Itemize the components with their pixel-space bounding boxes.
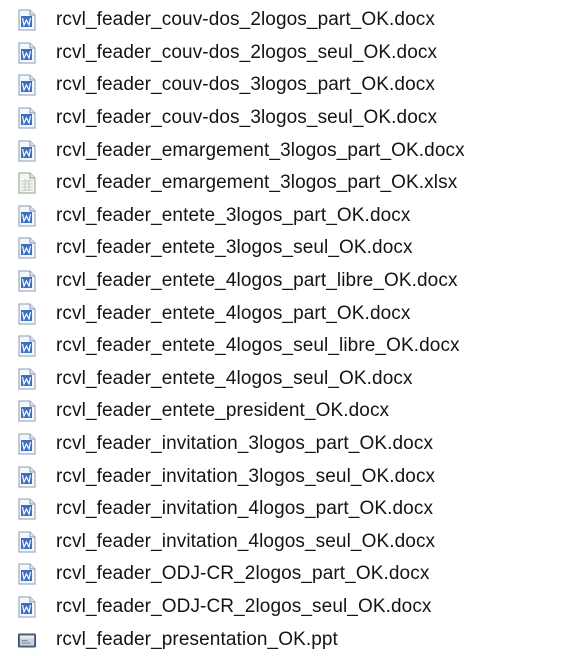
file-name: rcvl_feader_invitation_3logos_seul_OK.do…	[56, 465, 436, 487]
file-name: rcvl_feader_couv-dos_2logos_seul_OK.docx	[56, 41, 438, 63]
word-document-icon	[18, 335, 36, 357]
file-name: rcvl_feader_invitation_3logos_part_OK.do…	[56, 433, 434, 455]
word-document-icon	[18, 466, 36, 488]
file-name: rcvl_feader_emargement_3logos_part_OK.do…	[56, 139, 465, 161]
file-name: rcvl_feader_entete_4logos_part_OK.docx	[56, 302, 411, 324]
file-name: rcvl_feader_invitation_4logos_seul_OK.do…	[56, 530, 436, 552]
word-document-icon	[18, 42, 36, 64]
powerpoint-presentation-icon	[18, 629, 36, 651]
word-document-icon	[18, 531, 36, 553]
file-name: rcvl_feader_couv-dos_2logos_part_OK.docx	[56, 9, 435, 31]
word-document-icon	[18, 596, 36, 618]
file-row[interactable]: rcvl_feader_entete_3logos_part_OK.docx	[0, 200, 568, 233]
file-name: rcvl_feader_entete_4logos_seul_OK.docx	[56, 367, 413, 389]
file-row[interactable]: rcvl_feader_entete_president_OK.docx	[0, 395, 568, 428]
file-name: rcvl_feader_couv-dos_3logos_part_OK.docx	[56, 74, 435, 96]
file-list: rcvl_feader_couv-dos_2logos_part_OK.docx…	[0, 4, 568, 656]
word-document-icon	[18, 303, 36, 325]
word-document-icon	[18, 140, 36, 162]
file-row[interactable]: rcvl_feader_entete_4logos_seul_OK.docx	[0, 363, 568, 396]
word-document-icon	[18, 237, 36, 259]
file-row[interactable]: rcvl_feader_couv-dos_2logos_seul_OK.docx	[0, 37, 568, 70]
file-row[interactable]: rcvl_feader_emargement_3logos_part_OK.xl…	[0, 167, 568, 200]
word-document-icon	[18, 205, 36, 227]
file-row[interactable]: rcvl_feader_invitation_3logos_part_OK.do…	[0, 428, 568, 461]
file-row[interactable]: rcvl_feader_ODJ-CR_2logos_part_OK.docx	[0, 558, 568, 591]
file-row[interactable]: rcvl_feader_entete_4logos_seul_libre_OK.…	[0, 330, 568, 363]
word-document-icon	[18, 9, 36, 31]
file-row[interactable]: rcvl_feader_couv-dos_2logos_part_OK.docx	[0, 4, 568, 37]
file-name: rcvl_feader_entete_3logos_seul_OK.docx	[56, 237, 413, 259]
file-row[interactable]: rcvl_feader_entete_3logos_seul_OK.docx	[0, 232, 568, 265]
word-document-icon	[18, 433, 36, 455]
file-name: rcvl_feader_entete_3logos_part_OK.docx	[56, 204, 411, 226]
file-name: rcvl_feader_ODJ-CR_2logos_part_OK.docx	[56, 563, 430, 585]
file-name: rcvl_feader_emargement_3logos_part_OK.xl…	[56, 172, 458, 194]
file-row[interactable]: rcvl_feader_invitation_4logos_seul_OK.do…	[0, 526, 568, 559]
file-row[interactable]: rcvl_feader_entete_4logos_part_libre_OK.…	[0, 265, 568, 298]
file-row[interactable]: rcvl_feader_presentation_OK.ppt	[0, 623, 568, 656]
excel-document-icon	[18, 172, 36, 194]
word-document-icon	[18, 368, 36, 390]
file-name: rcvl_feader_entete_president_OK.docx	[56, 400, 390, 422]
word-document-icon	[18, 107, 36, 129]
file-name: rcvl_feader_presentation_OK.ppt	[56, 628, 338, 650]
file-name: rcvl_feader_couv-dos_3logos_seul_OK.docx	[56, 107, 438, 129]
word-document-icon	[18, 498, 36, 520]
file-row[interactable]: rcvl_feader_ODJ-CR_2logos_seul_OK.docx	[0, 591, 568, 624]
word-document-icon	[18, 74, 36, 96]
file-name: rcvl_feader_invitation_4logos_part_OK.do…	[56, 498, 434, 520]
file-row[interactable]: rcvl_feader_couv-dos_3logos_seul_OK.docx	[0, 102, 568, 135]
file-row[interactable]: rcvl_feader_invitation_3logos_seul_OK.do…	[0, 460, 568, 493]
file-name: rcvl_feader_entete_4logos_seul_libre_OK.…	[56, 335, 460, 357]
word-document-icon	[18, 563, 36, 585]
file-name: rcvl_feader_entete_4logos_part_libre_OK.…	[56, 270, 458, 292]
file-row[interactable]: rcvl_feader_invitation_4logos_part_OK.do…	[0, 493, 568, 526]
file-row[interactable]: rcvl_feader_emargement_3logos_part_OK.do…	[0, 134, 568, 167]
file-row[interactable]: rcvl_feader_couv-dos_3logos_part_OK.docx	[0, 69, 568, 102]
word-document-icon	[18, 270, 36, 292]
file-row[interactable]: rcvl_feader_entete_4logos_part_OK.docx	[0, 297, 568, 330]
word-document-icon	[18, 400, 36, 422]
file-name: rcvl_feader_ODJ-CR_2logos_seul_OK.docx	[56, 595, 432, 617]
